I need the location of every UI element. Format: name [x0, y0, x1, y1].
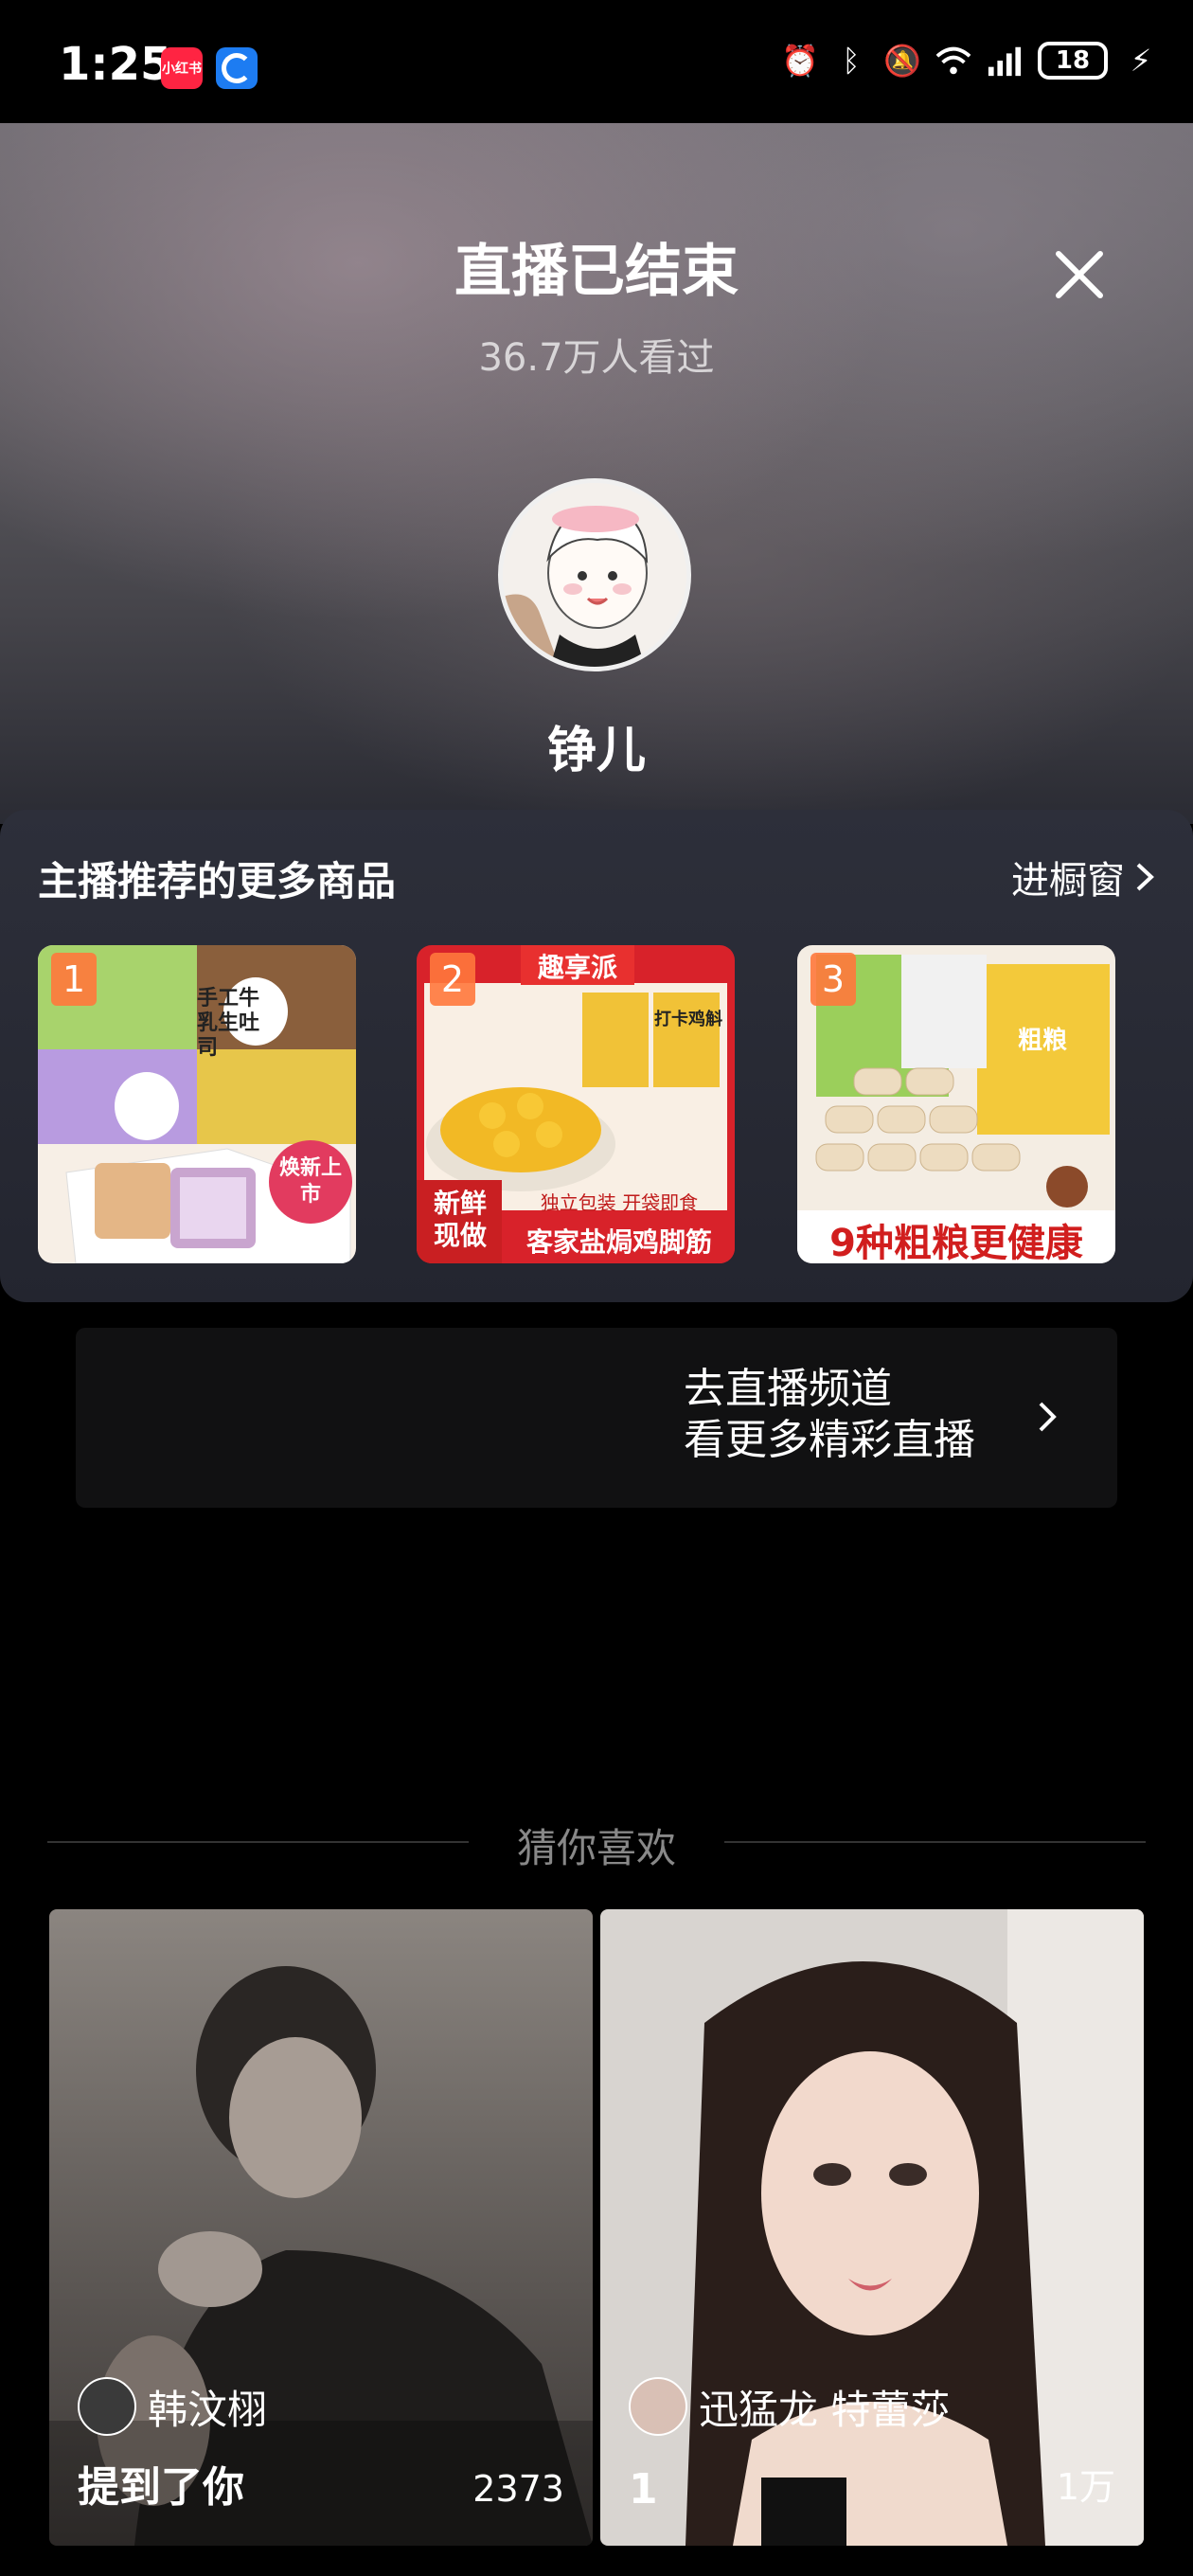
card-user: 韩汶栩 — [78, 2377, 267, 2436]
alarm-icon: ⏰ — [781, 43, 819, 79]
channel-line-1: 去直播频道 — [684, 1365, 892, 1413]
card-user: 迅猛龙 特蕾莎 — [629, 2377, 950, 2436]
product-pack-label: 打卡鸡斛 — [654, 1010, 722, 1029]
view-count: 1万 — [1056, 2466, 1115, 2508]
recommended-products-panel: 主播推荐的更多商品 进橱窗 1 手工牛乳生吐司 焕新上市 2 趣享派 打卡鸡斛 … — [0, 810, 1193, 1302]
wifi-icon — [935, 43, 971, 79]
product-badge: 焕新上市 — [278, 1156, 342, 1207]
xiaohongshu-icon: 小红书 — [161, 47, 203, 89]
product-card-2[interactable]: 2 趣享派 打卡鸡斛 独立包装 开袋即食 新鲜现做 客家盐焗鸡脚筋 — [417, 945, 735, 1263]
battery-indicator: 18 — [1038, 42, 1108, 80]
close-icon — [1056, 251, 1103, 298]
viewer-count: 36.7万人看过 — [478, 336, 715, 380]
live-card-2[interactable]: 迅猛龙 特蕾莎 1 1万 — [600, 1909, 1144, 2546]
product-badge: 新鲜现做 — [433, 1188, 487, 1251]
host-name[interactable]: 铮儿 — [0, 710, 1193, 781]
product-subtitle: 独立包装 开袋即食 — [540, 1191, 699, 1214]
status-bar: 1:25 小红书 ⏰ ᛒ 🔕 18 ⚡ — [0, 0, 1193, 123]
live-channel-button[interactable]: 去直播频道 看更多精彩直播 — [76, 1328, 1117, 1508]
host-avatar[interactable] — [498, 478, 691, 671]
user-avatar — [629, 2377, 687, 2436]
card-title: 1 — [629, 2465, 658, 2513]
section-title: 主播推荐的更多商品 — [38, 858, 397, 904]
rank-badge: 1 — [51, 953, 97, 1006]
user-avatar — [78, 2377, 136, 2436]
product-card-3[interactable]: 3 粗粮 9种粗粮更健康 — [797, 945, 1115, 1263]
close-button[interactable] — [1042, 237, 1117, 313]
recommend-title: 猜你喜欢 — [516, 1825, 676, 1871]
chevron-right-icon — [1136, 863, 1154, 891]
mute-icon: 🔕 — [883, 43, 921, 79]
store-window-label: 进橱窗 — [1011, 859, 1125, 903]
divider-right — [724, 1841, 1146, 1843]
live-card-1[interactable]: 韩汶栩 提到了你 2373 — [49, 1909, 593, 2546]
rank-badge: 3 — [810, 953, 856, 1006]
notification-app-icon — [216, 47, 258, 89]
charging-icon: ⚡ — [1130, 43, 1152, 79]
user-name: 迅猛龙 特蕾莎 — [699, 2386, 951, 2433]
product-label: 9种粗粮更健康 — [829, 1222, 1083, 1263]
store-window-link[interactable]: 进橱窗 — [1011, 850, 1155, 904]
product-card-1[interactable]: 1 手工牛乳生吐司 焕新上市 — [38, 945, 356, 1263]
signal-icon — [987, 43, 1023, 79]
status-icons: ⏰ ᛒ 🔕 18 ⚡ — [781, 42, 1159, 80]
user-name: 韩汶栩 — [148, 2386, 268, 2433]
bluetooth-icon: ᛒ — [842, 43, 861, 79]
product-brand: 趣享派 — [537, 952, 617, 983]
product-pack-label: 粗粮 — [1017, 1027, 1067, 1055]
chevron-right-icon — [1039, 1402, 1057, 1432]
channel-text: 去直播频道 看更多精彩直播 — [684, 1364, 975, 1466]
product-label: 手工牛乳生吐司 — [197, 987, 260, 1060]
page-title: 直播已结束 — [454, 239, 739, 305]
view-count: 2373 — [472, 2468, 564, 2510]
rank-badge: 2 — [430, 953, 475, 1006]
clock: 1:25 — [59, 38, 172, 91]
product-label: 客家盐焗鸡脚筋 — [525, 1226, 712, 1258]
channel-line-2: 看更多精彩直播 — [684, 1416, 975, 1464]
card-title: 提到了你 — [78, 2463, 244, 2512]
